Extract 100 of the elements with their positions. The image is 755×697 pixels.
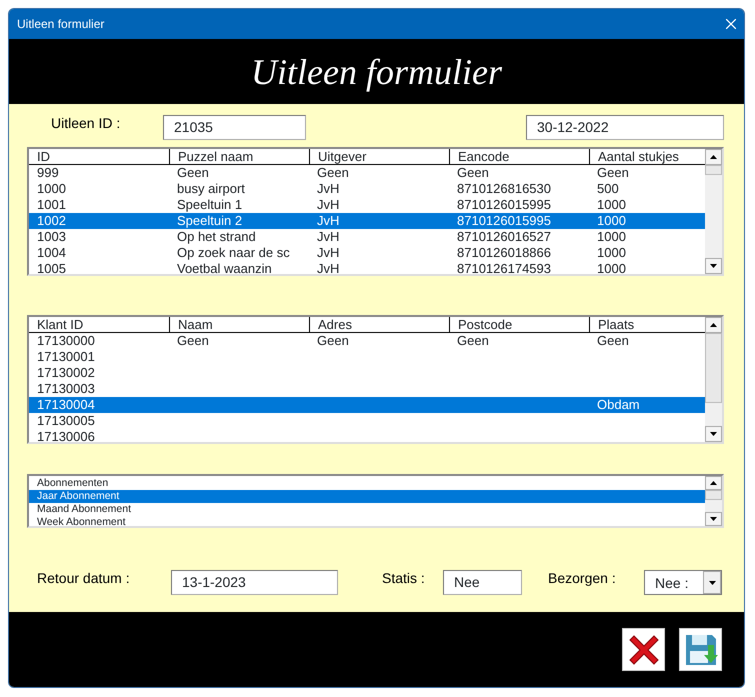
table-cell-text: JvH <box>316 197 340 213</box>
table-cell-text: 999 <box>36 165 60 181</box>
list-row[interactable]: 1000 busy airport JvH 8710126816530 500 <box>29 181 705 197</box>
column-header: Uitgever <box>309 149 449 164</box>
table-cell-text: 17130006 <box>36 429 96 442</box>
list-row[interactable]: 17130003 <box>29 381 705 397</box>
table-cell-text: 1001 <box>36 197 67 213</box>
table-cell-text: Geen <box>456 333 490 349</box>
table-cell-text: Op zoek naar de sc <box>176 245 291 261</box>
field-label: Bezorgen : <box>548 569 617 588</box>
save-button[interactable] <box>679 628 722 671</box>
column-header: Klant ID <box>36 317 84 332</box>
list-row[interactable]: 17130005 <box>29 413 705 429</box>
table-cell-text: JvH <box>316 261 340 274</box>
column-header: Adres <box>309 317 449 332</box>
table-cell-text: Geen <box>176 333 210 349</box>
close-icon[interactable] <box>726 19 736 29</box>
table-cell-text: 1004 <box>36 245 67 261</box>
table-cell-text: 1000 <box>596 245 627 261</box>
list-item[interactable]: Week Abonnement <box>29 516 705 526</box>
table-cell-text: 8710126016527 <box>456 229 552 245</box>
table-cell-text: Geen <box>596 165 630 181</box>
list-row[interactable]: 17130004 Obdam <box>29 397 705 413</box>
table-cell-text: Speeltuin 1 <box>176 197 244 213</box>
dropdown[interactable]: Nee : <box>644 570 722 595</box>
list-row[interactable]: 17130001 <box>29 349 705 365</box>
list-item[interactable]: Abonnementen <box>29 477 705 490</box>
scroll-down-button[interactable] <box>705 258 722 274</box>
table-cell-text: 1000 <box>36 181 67 197</box>
list-row[interactable]: 17130002 <box>29 365 705 381</box>
scroll-down-button[interactable] <box>705 426 722 442</box>
table-cell-text: 17130000 <box>36 333 96 349</box>
table-cell-text: 8710126018866 <box>456 245 552 261</box>
input-field[interactable]: 13-1-2023 <box>171 570 338 595</box>
table-cell-text: busy airport <box>176 181 246 197</box>
scroll-up-button[interactable] <box>705 476 722 490</box>
table-cell-text: JvH <box>316 213 340 229</box>
scroll-thumb[interactable] <box>705 165 722 175</box>
input-field[interactable]: Nee <box>443 570 522 595</box>
scroll-up-button[interactable] <box>705 149 722 165</box>
scrollbar[interactable] <box>705 149 722 274</box>
list-row[interactable]: 17130006 <box>29 429 705 442</box>
up-arrow-icon <box>710 481 717 485</box>
table-cell-text: 17130001 <box>36 349 96 365</box>
table-cell-text: 1000 <box>596 229 627 245</box>
table-cell-text: 17130002 <box>36 365 96 381</box>
date-field[interactable]: 30-12-2022 <box>526 115 724 140</box>
table-cell-text: 1000 <box>596 261 627 274</box>
cancel-button[interactable] <box>622 628 665 671</box>
up-arrow-icon <box>710 323 717 327</box>
table-cell-text: 1003 <box>36 229 67 245</box>
list-row[interactable]: 999 Geen Geen Geen Geen <box>29 165 705 181</box>
table-cell-text: 8710126015995 <box>456 197 552 213</box>
list-row[interactable]: 1003 Op het strand JvH 8710126016527 1000 <box>29 229 705 245</box>
column-header: Postcode <box>449 317 589 332</box>
column-header: Puzzel naam <box>169 149 309 164</box>
table-cell-text: 8710126816530 <box>456 181 552 197</box>
list-row[interactable]: 1005 Voetbal waanzin JvH 8710126174593 1000 <box>29 261 705 274</box>
list-item[interactable]: Maand Abonnement <box>29 503 705 516</box>
table-cell-text: Obdam <box>596 397 641 413</box>
table-cell-text: 1005 <box>36 261 67 274</box>
table-cell-text: 8710126015995 <box>456 213 552 229</box>
table-cell-text: 1002 <box>36 213 67 229</box>
table-cell-text: Op het strand <box>176 229 257 245</box>
dropdown-button[interactable] <box>703 571 721 594</box>
window-title: Uitleen formulier <box>17 16 104 33</box>
table-cell-text: 1000 <box>596 197 627 213</box>
table-cell-text: JvH <box>316 181 340 197</box>
table-cell-text: 17130005 <box>36 413 96 429</box>
input-field[interactable]: 21035 <box>163 115 306 140</box>
table-cell-text: JvH <box>316 229 340 245</box>
list-item[interactable]: Jaar Abonnement <box>29 490 705 503</box>
column-header: ID <box>36 149 51 164</box>
field-label: Retour datum : <box>37 569 131 588</box>
column-header: Eancode <box>449 149 589 164</box>
scrollbar[interactable] <box>705 476 722 526</box>
field-label: Uitleen ID : <box>51 114 122 133</box>
scrollbar[interactable] <box>705 317 722 442</box>
field-label: Statis : <box>382 569 426 588</box>
table-cell-text: Geen <box>316 165 350 181</box>
table-cell-text: Geen <box>596 333 630 349</box>
table-cell-text: 1000 <box>596 213 627 229</box>
down-arrow-icon <box>708 580 716 584</box>
scroll-down-button[interactable] <box>705 512 722 526</box>
up-arrow-icon <box>710 155 717 159</box>
list-row[interactable]: 17130000 Geen Geen Geen Geen <box>29 333 705 349</box>
down-arrow-icon <box>710 432 717 436</box>
scroll-thumb[interactable] <box>705 490 722 500</box>
table-cell-text: Geen <box>176 165 210 181</box>
scroll-up-button[interactable] <box>705 317 722 333</box>
table-cell-text: JvH <box>316 245 340 261</box>
list-row[interactable]: 1001 Speeltuin 1 JvH 8710126015995 1000 <box>29 197 705 213</box>
scroll-thumb[interactable] <box>705 333 722 403</box>
list-row[interactable]: 1002 Speeltuin 2 JvH 8710126015995 1000 <box>29 213 705 229</box>
table-cell-text: 8710126174593 <box>456 261 552 274</box>
list-row[interactable]: 1004 Op zoek naar de sc JvH 8710126018866 1000 <box>29 245 705 261</box>
down-arrow-icon <box>710 264 717 268</box>
table-cell-text: Geen <box>456 165 490 181</box>
table-cell-text: 17130004 <box>36 397 96 413</box>
table-cell-text: Voetbal waanzin <box>176 261 273 274</box>
